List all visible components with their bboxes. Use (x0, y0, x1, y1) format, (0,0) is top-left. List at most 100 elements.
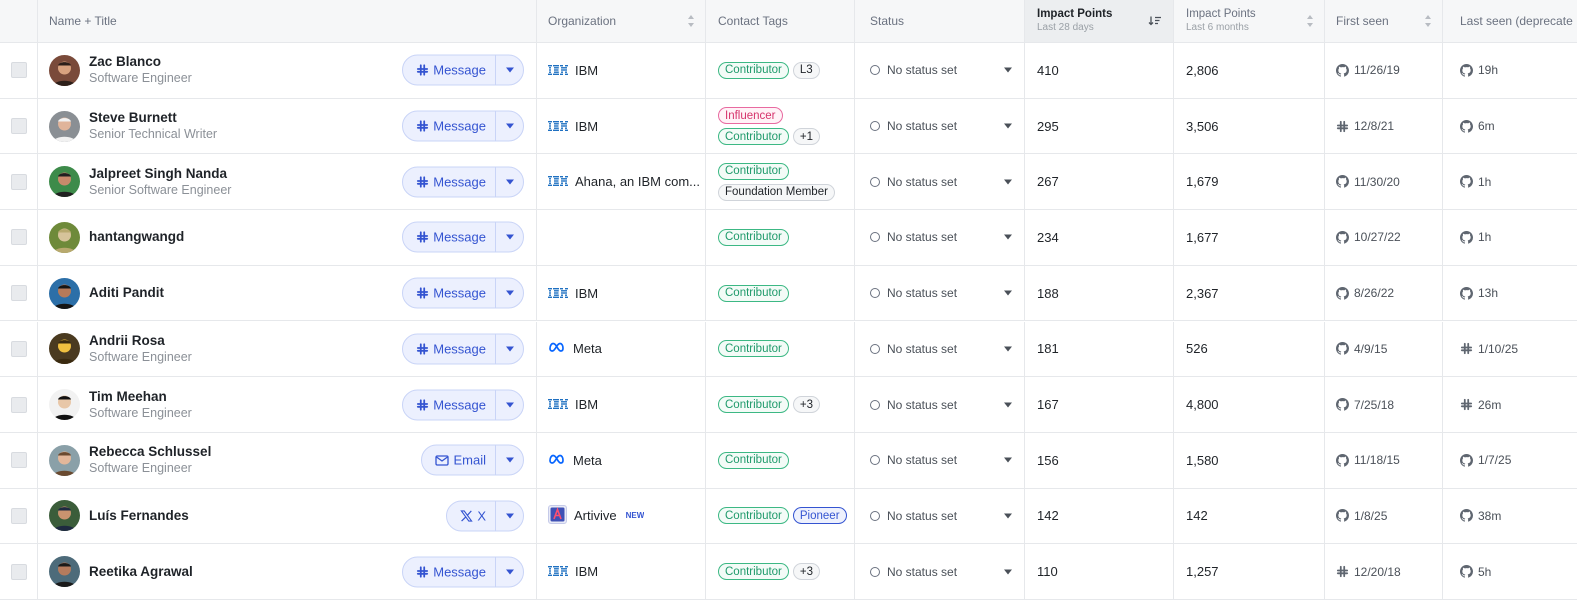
avatar[interactable] (49, 500, 80, 532)
table-row[interactable]: Reetika Agrawal Message IBM Contributor +3 No… (0, 544, 1577, 600)
table-row[interactable]: Luís Fernandes X Artivive NEW Contributor Pio… (0, 488, 1577, 545)
avatar[interactable] (49, 166, 80, 198)
message-button[interactable]: Message (403, 334, 496, 364)
message-button[interactable]: Message (403, 111, 496, 141)
header-impact-28-days[interactable]: Impact Points Last 28 days (1025, 0, 1174, 42)
status-cell[interactable]: No status set (855, 321, 1025, 377)
sort-icon[interactable] (1425, 15, 1432, 27)
contact-name[interactable]: Andrii Rosa (89, 333, 192, 349)
email-button[interactable]: Email (422, 445, 496, 475)
contact-name[interactable]: Reetika Agrawal (89, 564, 193, 580)
action-dropdown-button[interactable] (496, 112, 523, 141)
chevron-down-icon[interactable] (1004, 346, 1012, 352)
status-cell[interactable]: No status set (855, 43, 1025, 98)
contact-name[interactable]: Steve Burnett (89, 110, 217, 126)
avatar[interactable] (49, 221, 80, 253)
action-dropdown-button[interactable] (496, 446, 523, 475)
header-last-seen[interactable]: Last seen (deprecate (1443, 0, 1577, 42)
chevron-down-icon[interactable] (1004, 67, 1012, 73)
chevron-down-icon[interactable] (1004, 569, 1012, 575)
organization-name[interactable]: IBM (575, 63, 598, 78)
row-checkbox[interactable] (10, 563, 27, 580)
row-checkbox[interactable] (10, 173, 27, 190)
chevron-down-icon[interactable] (1004, 290, 1012, 296)
contact-name[interactable]: Aditi Pandit (89, 285, 164, 301)
table-row[interactable]: Andrii Rosa Software Engineer Message Meta C… (0, 321, 1577, 378)
row-checkbox[interactable] (10, 340, 27, 357)
message-button[interactable]: Message (403, 278, 496, 308)
avatar[interactable] (49, 333, 80, 365)
row-checkbox[interactable] (10, 452, 27, 469)
avatar[interactable] (49, 110, 80, 142)
chevron-down-icon[interactable] (1004, 457, 1012, 463)
avatar[interactable] (49, 54, 80, 86)
message-button[interactable]: Message (403, 167, 496, 197)
organization-name[interactable]: Artivive (574, 508, 617, 523)
message-button[interactable]: Message (403, 390, 496, 420)
contact-name[interactable]: hantangwangd (89, 229, 184, 245)
contact-name[interactable]: Jalpreet Singh Nanda (89, 166, 231, 182)
chevron-down-icon[interactable] (1004, 123, 1012, 129)
chevron-down-icon[interactable] (1004, 402, 1012, 408)
action-dropdown-button[interactable] (496, 279, 523, 308)
header-name-title[interactable]: Name + Title (38, 0, 537, 42)
status-cell[interactable]: No status set (855, 432, 1025, 488)
contact-name[interactable]: Rebecca Schlussel (89, 444, 211, 460)
header-contact-tags[interactable]: Contact Tags (706, 0, 855, 42)
table-row[interactable]: Tim Meehan Software Engineer Message IBM Con… (0, 377, 1577, 433)
organization-name[interactable]: IBM (575, 119, 598, 134)
row-checkbox[interactable] (10, 229, 27, 246)
organization-name[interactable]: IBM (575, 286, 598, 301)
row-checkbox[interactable] (10, 507, 27, 524)
organization-name[interactable]: IBM (575, 564, 598, 579)
table-row[interactable]: Rebecca Schlussel Software Engineer Email M… (0, 432, 1577, 489)
table-row[interactable]: Zac Blanco Software Engineer Message IBM Con… (0, 43, 1577, 99)
avatar[interactable] (49, 444, 80, 476)
organization-name[interactable]: Ahana, an IBM com... (575, 174, 700, 189)
chevron-down-icon[interactable] (1004, 513, 1012, 519)
header-impact-6-months[interactable]: Impact Points Last 6 months (1174, 0, 1325, 42)
header-first-seen[interactable]: First seen (1325, 0, 1443, 42)
status-cell[interactable]: No status set (855, 377, 1025, 432)
status-cell[interactable]: No status set (855, 544, 1025, 599)
chevron-down-icon[interactable] (1004, 234, 1012, 240)
action-dropdown-button[interactable] (496, 501, 523, 530)
organization-name[interactable]: Meta (573, 453, 602, 468)
table-row[interactable]: Steve Burnett Senior Technical Writer Mess… (0, 98, 1577, 155)
contact-name[interactable]: Tim Meehan (89, 389, 192, 405)
organization-name[interactable]: IBM (575, 397, 598, 412)
avatar[interactable] (49, 277, 80, 309)
contact-tag[interactable]: +3 (792, 396, 821, 414)
message-button[interactable]: Message (403, 222, 496, 252)
status-cell[interactable]: No status set (855, 154, 1025, 210)
table-row[interactable]: Aditi Pandit Message IBM Contributor No stat… (0, 265, 1577, 322)
row-checkbox[interactable] (10, 62, 27, 79)
contact-tag[interactable]: +1 (792, 128, 821, 146)
contact-tag[interactable]: +3 (792, 563, 821, 581)
row-checkbox[interactable] (10, 118, 27, 135)
organization-name[interactable]: Meta (573, 341, 602, 356)
action-dropdown-button[interactable] (496, 56, 523, 85)
action-dropdown-button[interactable] (496, 223, 523, 252)
contact-name[interactable]: Zac Blanco (89, 54, 192, 70)
action-dropdown-button[interactable] (496, 557, 523, 586)
header-status[interactable]: Status (855, 0, 1025, 42)
action-dropdown-button[interactable] (496, 334, 523, 363)
table-row[interactable]: Jalpreet Singh Nanda Senior Software Engi… (0, 154, 1577, 211)
header-organization[interactable]: Organization (537, 0, 706, 42)
status-cell[interactable]: No status set (855, 98, 1025, 154)
avatar[interactable] (49, 556, 80, 588)
message-button[interactable]: Message (403, 557, 496, 587)
message-button[interactable]: Message (403, 55, 496, 85)
status-cell[interactable]: No status set (855, 488, 1025, 544)
action-dropdown-button[interactable] (496, 390, 523, 419)
x-button[interactable]: X (447, 501, 496, 531)
chevron-down-icon[interactable] (1004, 179, 1012, 185)
action-dropdown-button[interactable] (496, 167, 523, 196)
row-checkbox[interactable] (10, 396, 27, 413)
sort-icon[interactable] (1307, 15, 1314, 27)
status-cell[interactable]: No status set (855, 210, 1025, 265)
row-checkbox[interactable] (10, 285, 27, 302)
sort-icon[interactable] (688, 15, 695, 27)
avatar[interactable] (49, 389, 80, 421)
